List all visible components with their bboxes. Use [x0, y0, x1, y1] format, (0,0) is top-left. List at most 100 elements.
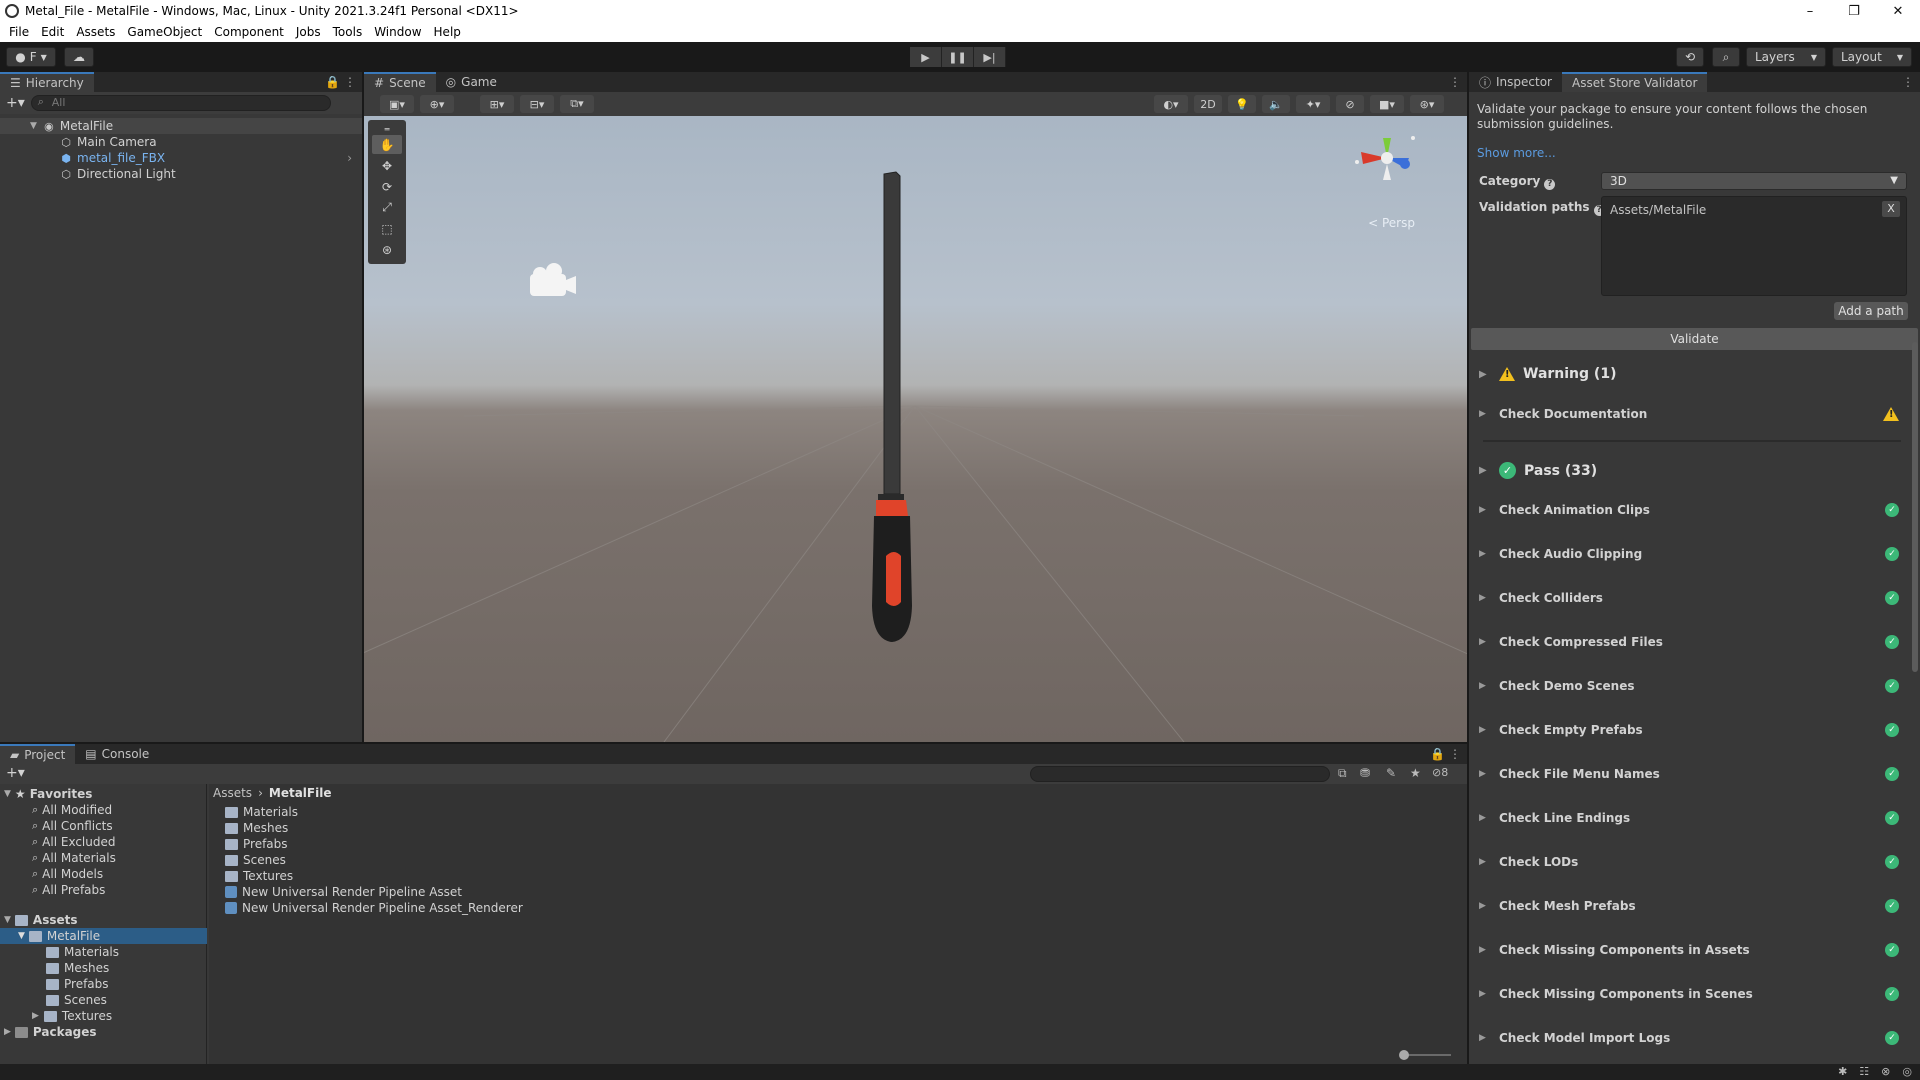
tab-project[interactable]: ▰ Project	[0, 744, 76, 764]
collab-icon[interactable]: ◎	[1902, 1065, 1912, 1078]
drag-handle[interactable]: ═	[372, 125, 402, 134]
pass-section-header[interactable]: ▶ ✓ Pass (33)	[1479, 462, 1597, 479]
snap-button[interactable]: ⊞▾	[480, 95, 514, 113]
show-more-link[interactable]: Show more...	[1477, 146, 1556, 160]
hierarchy-item[interactable]: ⬡ Main Camera	[0, 134, 362, 150]
asset-item[interactable]: Scenes	[225, 852, 286, 868]
tab-scene[interactable]: # Scene	[364, 72, 436, 92]
check-row[interactable]: ▶ Check Documentation	[1479, 404, 1909, 424]
tree-folder[interactable]: Materials	[46, 944, 119, 960]
draw-mode-button[interactable]: ▣▾	[380, 95, 414, 113]
expand-arrow-icon[interactable]: ▶	[1479, 549, 1499, 559]
menu-component[interactable]: Component	[208, 25, 290, 39]
minimize-button[interactable]: –	[1788, 0, 1832, 22]
toggle-2d-button[interactable]: 2D	[1194, 95, 1222, 113]
tab-hierarchy[interactable]: ☰ Hierarchy	[0, 72, 94, 92]
camera-settings-button[interactable]: ■▾	[1370, 95, 1404, 113]
category-dropdown[interactable]: 3D ▼	[1601, 172, 1907, 190]
panel-menu-icon[interactable]: 🔒 ⋮	[1430, 747, 1461, 761]
check-row[interactable]: ▶ Check Audio Clipping ✓	[1479, 544, 1909, 564]
move-tool-button[interactable]: ✥	[372, 156, 402, 175]
rect-tool-button[interactable]: ⬚	[372, 219, 402, 238]
tab-console[interactable]: ▤ Console	[75, 744, 159, 764]
play-button[interactable]: ▶	[910, 47, 942, 67]
orientation-gizmo[interactable]	[1347, 128, 1427, 218]
metalfile-folder-row[interactable]: ▼ MetalFile	[0, 928, 207, 944]
warning-section-header[interactable]: ▶ Warning (1)	[1479, 366, 1616, 382]
expand-arrow-icon[interactable]: ▶	[1479, 769, 1499, 779]
menu-gameobject[interactable]: GameObject	[121, 25, 208, 39]
gizmos-button[interactable]: ⊛▾	[1410, 95, 1444, 113]
expand-arrow-icon[interactable]: ▶	[4, 1027, 11, 1037]
layout-dropdown[interactable]: Layout ▼	[1832, 47, 1912, 67]
favorite-item[interactable]: ⌕ All Conflicts	[32, 818, 113, 834]
check-row[interactable]: ▶ Check Model Import Logs ✓	[1479, 1028, 1909, 1048]
scene-viewport[interactable]: ═ ✋ ✥ ⟳ ⤢ ⬚ ⊛ < Persp	[364, 116, 1467, 742]
expand-arrow-icon[interactable]: ▶	[1479, 505, 1499, 515]
rotate-tool-button[interactable]: ⟳	[372, 177, 402, 196]
hierarchy-item[interactable]: ⬢ metal_file_FBX ›	[0, 150, 362, 166]
add-icon[interactable]: +▾	[6, 765, 25, 781]
increment-snap-button[interactable]: ⧉▾	[560, 95, 594, 113]
breadcrumb-item[interactable]: MetalFile	[269, 786, 332, 800]
search-by-type-icon[interactable]: ⧉	[1338, 766, 1347, 781]
check-row[interactable]: ▶ Check Line Endings ✓	[1479, 808, 1909, 828]
expand-arrow-icon[interactable]: ▶	[1479, 369, 1491, 380]
menu-tools[interactable]: Tools	[327, 25, 369, 39]
scale-tool-button[interactable]: ⤢	[372, 198, 402, 217]
expand-arrow-icon[interactable]: ▼	[30, 121, 37, 131]
help-icon[interactable]: ?	[1544, 179, 1556, 190]
add-path-button[interactable]: Add a path	[1834, 302, 1908, 320]
camera-gizmo-icon[interactable]	[530, 263, 576, 296]
lighting-toggle-button[interactable]: 💡	[1228, 95, 1256, 113]
check-row[interactable]: ▶ Check Missing Components in Scenes ✓	[1479, 984, 1909, 1004]
expand-arrow-icon[interactable]: ▶	[1479, 813, 1499, 823]
expand-arrow-icon[interactable]: ▼	[4, 789, 11, 799]
favorite-item[interactable]: ⌕ All Prefabs	[32, 882, 105, 898]
search-button[interactable]: ⌕	[1712, 47, 1740, 67]
expand-arrow-icon[interactable]: ▶	[1479, 725, 1499, 735]
expand-arrow-icon[interactable]: ▶	[1479, 989, 1499, 999]
check-row[interactable]: ▶ Check File Menu Names ✓	[1479, 764, 1909, 784]
tree-folder[interactable]: Scenes	[46, 992, 107, 1008]
tree-folder[interactable]: Prefabs	[46, 976, 109, 992]
tab-game[interactable]: ◎ Game	[436, 72, 507, 92]
asset-item[interactable]: Prefabs	[225, 836, 288, 852]
maximize-button[interactable]: ❐	[1832, 0, 1876, 22]
expand-arrow-icon[interactable]: ▼	[18, 931, 25, 941]
favorites-row[interactable]: ▼ ★ Favorites	[4, 786, 92, 802]
panel-menu-icon[interactable]: ⋮	[1902, 75, 1914, 89]
layers-dropdown[interactable]: Layers ▼	[1746, 47, 1826, 67]
account-dropdown[interactable]: ● F ▼	[6, 47, 56, 67]
star-icon[interactable]: ★	[1410, 766, 1421, 780]
filter-icon[interactable]: ⛃	[1360, 766, 1370, 780]
inspector-scrollbar[interactable]	[1912, 342, 1918, 672]
menu-window[interactable]: Window	[368, 25, 427, 39]
tree-folder[interactable]: ▶ Textures	[32, 1008, 112, 1024]
asset-item[interactable]: Materials	[225, 804, 298, 820]
expand-arrow-icon[interactable]: ▶	[1479, 945, 1499, 955]
check-row[interactable]: ▶ Check Animation Clips ✓	[1479, 500, 1909, 520]
check-row[interactable]: ▶ Check Missing Components in Assets ✓	[1479, 940, 1909, 960]
packages-row[interactable]: ▶ Packages	[4, 1024, 97, 1040]
hierarchy-item[interactable]: ⬡ Directional Light	[0, 166, 362, 182]
menu-edit[interactable]: Edit	[35, 25, 70, 39]
menu-jobs[interactable]: Jobs	[290, 25, 327, 39]
remove-path-button[interactable]: X	[1882, 201, 1900, 217]
asset-item[interactable]: Textures	[225, 868, 293, 884]
hand-tool-button[interactable]: ✋	[372, 135, 402, 154]
check-row[interactable]: ▶ Check Demo Scenes ✓	[1479, 676, 1909, 696]
network-icon[interactable]: ⊗	[1881, 1065, 1890, 1078]
check-row[interactable]: ▶ Check Empty Prefabs ✓	[1479, 720, 1909, 740]
cache-icon[interactable]: ☷	[1859, 1065, 1869, 1078]
icon-size-slider-handle[interactable]	[1399, 1050, 1409, 1060]
favorite-item[interactable]: ⌕ All Modified	[32, 802, 112, 818]
tab-inspector[interactable]: ⓘ Inspector	[1469, 72, 1562, 92]
assets-row[interactable]: ▼ Assets	[4, 912, 78, 928]
tree-folder[interactable]: Meshes	[46, 960, 109, 976]
expand-arrow-icon[interactable]: ▶	[1479, 409, 1499, 419]
tab-asset-store-validator[interactable]: Asset Store Validator	[1562, 72, 1708, 92]
check-row[interactable]: ▶ Check LODs ✓	[1479, 852, 1909, 872]
audio-toggle-button[interactable]: 🔈	[1262, 95, 1290, 113]
transform-tool-button[interactable]: ⊛	[372, 240, 402, 259]
